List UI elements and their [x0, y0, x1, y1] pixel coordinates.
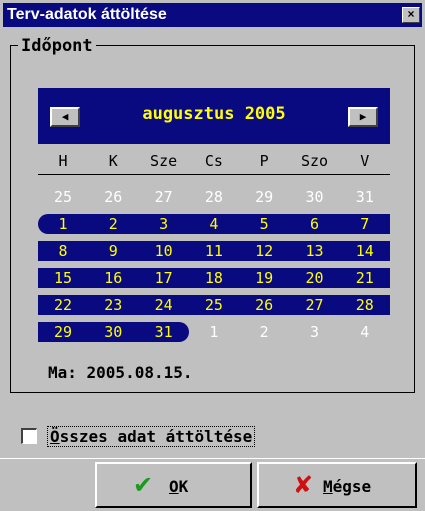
- calendar-header: ◀ augusztus 2005 ▶: [38, 88, 390, 144]
- calendar-day[interactable]: 19: [242, 268, 286, 288]
- weekday-label: V: [360, 152, 370, 170]
- month-year-title: augusztus 2005: [142, 104, 286, 124]
- calendar-day-other-month[interactable]: 2: [242, 322, 286, 342]
- calendar-day[interactable]: 5: [242, 214, 286, 234]
- calendar-day[interactable]: 13: [293, 241, 337, 261]
- calendar-day[interactable]: 8: [41, 241, 85, 261]
- ok-button-label: OK: [169, 477, 189, 496]
- arrow-right-icon: ▶: [359, 110, 367, 123]
- calendar-day[interactable]: 6: [293, 214, 337, 234]
- today-label: Ma: 2005.08.15.: [48, 363, 193, 382]
- window-title: Terv-adatok áttöltése: [7, 6, 167, 23]
- calendar-day[interactable]: 15: [41, 268, 85, 288]
- calendar-day-other-month[interactable]: 30: [293, 187, 337, 207]
- all-data-checkbox-label[interactable]: Összes adat áttöltése: [47, 426, 256, 447]
- weekday-label: H: [58, 152, 68, 170]
- calendar-day[interactable]: 3: [142, 214, 186, 234]
- cancel-button[interactable]: ✘ Mégse: [257, 462, 417, 508]
- weekday-divider: [38, 174, 390, 175]
- group-label: Időpont: [18, 36, 96, 56]
- calendar: ◀ augusztus 2005 ▶ H K Sze Cs P Szo V 25 26 27 28…: [38, 88, 391, 342]
- calendar-day[interactable]: 14: [343, 241, 387, 261]
- calendar-day-other-month[interactable]: 4: [343, 322, 387, 342]
- calendar-day-other-month[interactable]: 3: [293, 322, 337, 342]
- calendar-day[interactable]: 9: [91, 241, 135, 261]
- weekday-label: Szo: [300, 152, 329, 170]
- check-icon: ✔: [133, 471, 154, 499]
- cancel-button-label: Mégse: [323, 477, 372, 496]
- all-data-checkbox[interactable]: [21, 428, 37, 444]
- calendar-day[interactable]: 22: [41, 295, 85, 315]
- calendar-day[interactable]: 21: [343, 268, 387, 288]
- calendar-day[interactable]: 25: [192, 295, 236, 315]
- calendar-day[interactable]: 26: [242, 295, 286, 315]
- calendar-day[interactable]: 24: [142, 295, 186, 315]
- next-month-button[interactable]: ▶: [348, 107, 378, 127]
- calendar-day-other-month[interactable]: 31: [343, 187, 387, 207]
- calendar-day-other-month[interactable]: 27: [142, 187, 186, 207]
- calendar-day[interactable]: 7: [343, 214, 387, 234]
- x-icon: ✘: [293, 471, 314, 499]
- calendar-day[interactable]: 27: [293, 295, 337, 315]
- calendar-day[interactable]: 30: [91, 322, 135, 342]
- calendar-day[interactable]: 16: [91, 268, 135, 288]
- calendar-day[interactable]: 17: [142, 268, 186, 288]
- calendar-day[interactable]: 20: [293, 268, 337, 288]
- calendar-day-other-month[interactable]: 1: [192, 322, 236, 342]
- calendar-day[interactable]: 4: [192, 214, 236, 234]
- title-bar: Terv-adatok áttöltése ×: [3, 3, 422, 27]
- close-icon: ×: [407, 7, 415, 21]
- calendar-day[interactable]: 29: [41, 322, 85, 342]
- calendar-day[interactable]: 31: [142, 322, 186, 342]
- calendar-day[interactable]: 28: [343, 295, 387, 315]
- close-button[interactable]: ×: [402, 7, 420, 23]
- weekday-label: P: [259, 152, 269, 170]
- calendar-day-other-month[interactable]: 26: [91, 187, 135, 207]
- calendar-day-other-month[interactable]: 29: [242, 187, 286, 207]
- weekday-label: K: [108, 152, 118, 170]
- calendar-day[interactable]: 1: [41, 214, 85, 234]
- weekday-label: Cs: [204, 152, 223, 170]
- calendar-day[interactable]: 18: [192, 268, 236, 288]
- ok-button[interactable]: ✔ OK: [95, 462, 252, 508]
- calendar-day-other-month[interactable]: 28: [192, 187, 236, 207]
- calendar-day[interactable]: 12: [242, 241, 286, 261]
- calendar-day[interactable]: 10: [142, 241, 186, 261]
- calendar-day[interactable]: 2: [91, 214, 135, 234]
- weekday-label: Sze: [150, 152, 178, 170]
- calendar-day-other-month[interactable]: 25: [41, 187, 85, 207]
- dialog-window: Terv-adatok áttöltése × Időpont ◀ augusz…: [0, 0, 425, 511]
- calendar-day[interactable]: 11: [192, 241, 236, 261]
- calendar-day[interactable]: 23: [91, 295, 135, 315]
